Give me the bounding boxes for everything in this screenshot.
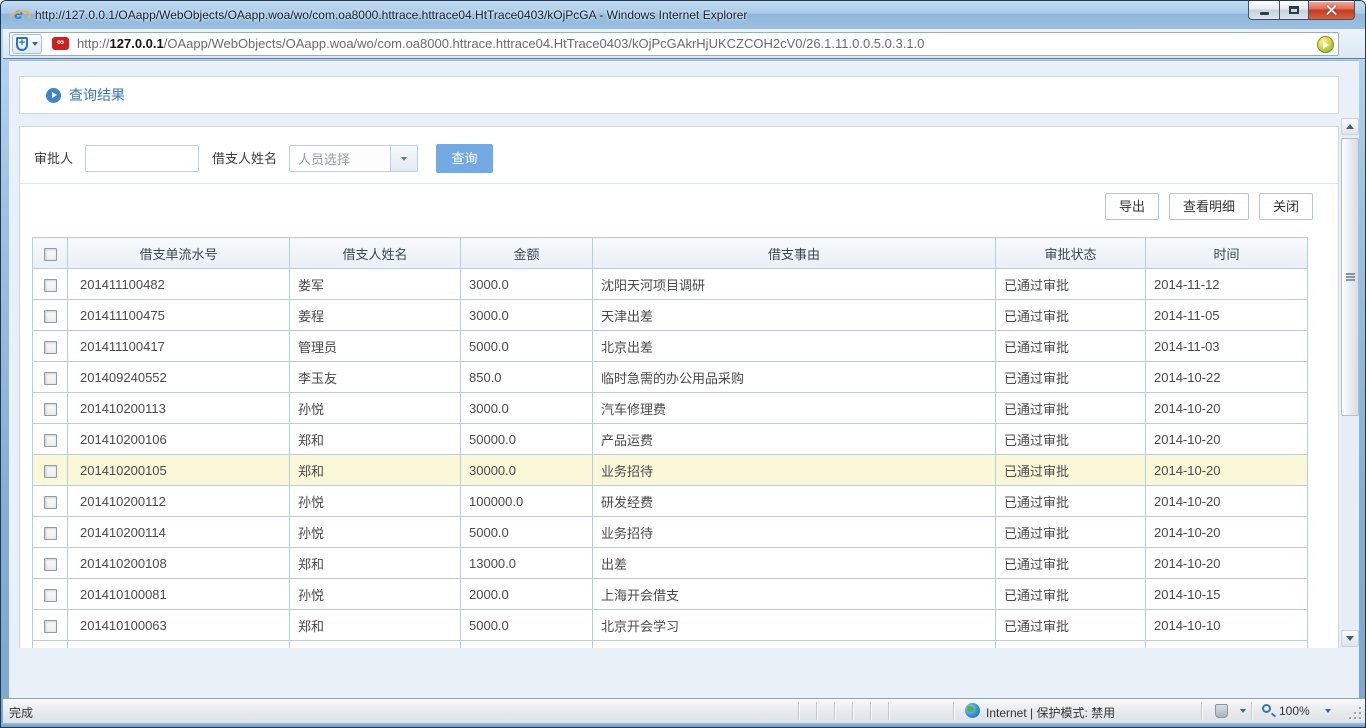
person-select[interactable]: 人员选择 xyxy=(289,145,418,172)
row-checkbox[interactable] xyxy=(44,558,57,571)
select-all-cell xyxy=(33,238,68,269)
zone-text: Internet | 保护模式: 禁用 xyxy=(986,704,1115,721)
table-row[interactable]: 201411100417 管理员 5000.0 北京出差 已通过审批 2014-… xyxy=(33,331,1308,362)
url-field[interactable]: + ∞ http://127.0.0.1/OAapp/WebObjects/OA… xyxy=(9,32,1339,56)
chevron-down-icon xyxy=(401,157,407,161)
chevron-down-icon[interactable] xyxy=(1240,709,1246,713)
title-bar: e http://127.0.0.1/OAapp/WebObjects/OAap… xyxy=(1,1,1365,29)
scroll-viewport: 审批人 借支人姓名 人员选择 查询 导出 查看明细 关闭 xyxy=(9,118,1341,648)
maximize-button[interactable] xyxy=(1279,1,1309,20)
minimize-button[interactable] xyxy=(1248,1,1279,20)
row-checkbox[interactable] xyxy=(44,589,57,602)
row-checkbox[interactable] xyxy=(44,620,57,633)
browser-window: e http://127.0.0.1/OAapp/WebObjects/OAap… xyxy=(0,0,1366,728)
table-row[interactable]: 201410200105 郑和 30000.0 业务招待 已通过审批 2014-… xyxy=(33,455,1308,486)
row-checkbox[interactable] xyxy=(44,341,57,354)
status-text: 完成 xyxy=(9,704,33,721)
col-date: 时间 xyxy=(1146,238,1308,269)
row-checkbox[interactable] xyxy=(44,527,57,540)
scroll-down-button[interactable] xyxy=(1341,630,1359,647)
privacy-report-icon[interactable] xyxy=(1215,704,1228,718)
table-row[interactable]: 201410200106 郑和 50000.0 产品运费 已通过审批 2014-… xyxy=(33,424,1308,455)
address-bar: + ∞ http://127.0.0.1/OAapp/WebObjects/OA… xyxy=(3,29,1365,59)
table-row[interactable]: 郑和 北京出差借支报销 已通过审批 xyxy=(33,641,1308,649)
section-arrow-icon xyxy=(46,88,61,103)
window-bottom-border xyxy=(1,723,1365,728)
row-checkbox[interactable] xyxy=(44,372,57,385)
row-checkbox[interactable] xyxy=(44,403,57,416)
site-favicon: ∞ xyxy=(52,37,69,50)
go-button-icon[interactable] xyxy=(1317,36,1334,53)
favorites-shield-icon: + xyxy=(16,37,28,51)
export-button[interactable]: 导出 xyxy=(1105,193,1159,220)
close-panel-button[interactable]: 关闭 xyxy=(1259,193,1313,220)
table-row[interactable]: 201411100482 娄军 3000.0 沈阳天河项目调研 已通过审批 20… xyxy=(33,269,1308,300)
table-row[interactable]: 201410200108 郑和 13000.0 出差 已通过审批 2014-10… xyxy=(33,548,1308,579)
url-text: http://127.0.0.1/OAapp/WebObjects/OAapp.… xyxy=(77,36,1338,51)
scrollbar-grip-icon xyxy=(1346,273,1355,275)
query-button[interactable]: 查询 xyxy=(436,144,493,173)
chevron-down-icon[interactable] xyxy=(1325,709,1331,713)
chevron-down-icon xyxy=(32,42,38,46)
col-serial: 借支单流水号 xyxy=(68,238,290,269)
maximize-icon xyxy=(1289,6,1299,14)
close-icon xyxy=(1326,5,1337,16)
col-amount: 金额 xyxy=(461,238,593,269)
col-reason: 借支事由 xyxy=(593,238,996,269)
person-select-value: 人员选择 xyxy=(290,149,390,168)
select-all-checkbox[interactable] xyxy=(44,248,57,261)
view-detail-button[interactable]: 查看明细 xyxy=(1169,193,1249,220)
row-checkbox[interactable] xyxy=(44,434,57,447)
internet-zone-icon xyxy=(965,703,980,718)
status-bar: 完成 Internet | 保护模式: 禁用 100% xyxy=(3,698,1365,723)
zoom-level[interactable]: 100% xyxy=(1279,704,1310,718)
zoom-magnifier-icon[interactable] xyxy=(1262,704,1271,713)
ie-logo-icon: e xyxy=(10,7,27,24)
close-button[interactable] xyxy=(1309,1,1355,20)
results-table: 借支单流水号 借支人姓名 金额 借支事由 审批状态 时间 20141110048… xyxy=(32,237,1308,648)
scrollbar-thumb[interactable] xyxy=(1341,138,1359,416)
favorites-add-button[interactable]: + xyxy=(12,34,42,54)
search-form: 审批人 借支人姓名 人员选择 查询 xyxy=(20,127,1338,184)
borrower-name-label: 借支人姓名 xyxy=(212,148,277,167)
minimize-icon xyxy=(1260,12,1269,15)
vertical-scrollbar[interactable] xyxy=(1341,118,1359,647)
query-panel: 审批人 借支人姓名 人员选择 查询 导出 查看明细 关闭 xyxy=(19,126,1339,648)
triangle-down-icon xyxy=(1346,636,1354,641)
row-checkbox[interactable] xyxy=(44,310,57,323)
table-row[interactable]: 201410200112 孙悦 100000.0 研发经费 已通过审批 2014… xyxy=(33,486,1308,517)
table-row[interactable]: 201411100475 姜程 3000.0 天津出差 已通过审批 2014-1… xyxy=(33,300,1308,331)
approver-label: 审批人 xyxy=(34,148,73,167)
row-checkbox[interactable] xyxy=(44,279,57,292)
approver-input[interactable] xyxy=(85,145,199,172)
person-select-dropdown-button[interactable] xyxy=(390,146,417,171)
row-checkbox[interactable] xyxy=(44,496,57,509)
result-header-panel: 查询结果 xyxy=(19,76,1339,114)
window-controls xyxy=(1248,1,1355,20)
action-buttons: 导出 查看明细 关闭 xyxy=(1105,193,1313,220)
table-row[interactable]: 201410100063 郑和 5000.0 北京开会学习 已通过审批 2014… xyxy=(33,610,1308,641)
table-row[interactable]: 201410100081 孙悦 2000.0 上海开会借支 已通过审批 2014… xyxy=(33,579,1308,610)
table-row[interactable]: 201410200113 孙悦 3000.0 汽车修理费 已通过审批 2014-… xyxy=(33,393,1308,424)
triangle-up-icon xyxy=(1346,124,1354,129)
page-title: 查询结果 xyxy=(69,85,125,105)
col-name: 借支人姓名 xyxy=(290,238,461,269)
table-row[interactable]: 201409240552 李玉友 850.0 临时急需的办公用品采购 已通过审批… xyxy=(33,362,1308,393)
table-row[interactable]: 201410200114 孙悦 5000.0 业务招待 已通过审批 2014-1… xyxy=(33,517,1308,548)
page-content: 查询结果 审批人 借支人姓名 人员选择 查询 导出 查看明细 关闭 xyxy=(9,60,1359,698)
resize-grip[interactable] xyxy=(1348,706,1361,719)
window-title: http://127.0.0.1/OAapp/WebObjects/OAapp.… xyxy=(35,8,747,22)
row-checkbox[interactable] xyxy=(44,465,57,478)
table-header-row: 借支单流水号 借支人姓名 金额 借支事由 审批状态 时间 xyxy=(33,238,1308,269)
col-status: 审批状态 xyxy=(996,238,1146,269)
scroll-up-button[interactable] xyxy=(1341,118,1359,135)
